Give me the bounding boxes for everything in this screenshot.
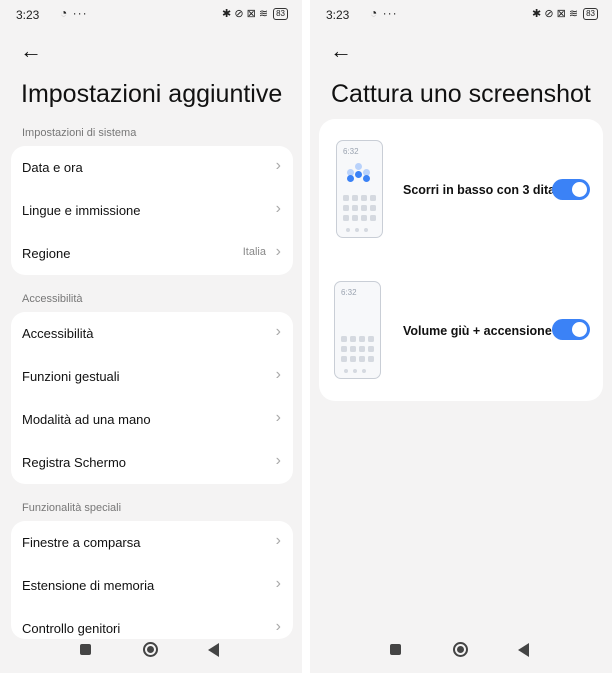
app-grid-icon — [343, 195, 377, 221]
back-arrow-icon[interactable]: ← — [330, 38, 352, 64]
three-finger-toggle[interactable] — [552, 179, 590, 200]
status-time: 3:23 — [326, 8, 350, 22]
navigation-bar — [0, 635, 302, 673]
toggle-knob — [572, 182, 587, 197]
settings-item-label: Data e ora — [22, 160, 83, 175]
settings-item-date-time[interactable]: Data e ora › — [11, 146, 293, 189]
settings-screen: 3:23 ◔ ··· ✱ ⊘ ⊠ ≋ 83 ← Impostazioni agg… — [0, 0, 302, 673]
settings-item-one-hand[interactable]: Modalità ad una mano › — [11, 398, 293, 441]
battery-icon: 83 — [273, 7, 288, 20]
settings-item-label: Accessibilità — [22, 326, 94, 341]
settings-item-memory-extension[interactable]: Estensione di memoria › — [11, 564, 293, 607]
settings-item-label: Registra Schermo — [22, 455, 127, 470]
status-icons: ✱ ⊘ ⊠ ≋ — [222, 8, 269, 20]
settings-item-label: Lingue e immissione — [22, 203, 141, 218]
system-icons: ✱ ⊘ ⊠ ≋ 83 — [222, 7, 288, 20]
chevron-right-icon: › — [275, 200, 281, 217]
page-title: Cattura uno screenshot — [331, 80, 591, 108]
notification-icons: ◔ ··· — [60, 6, 88, 20]
chevron-right-icon: › — [275, 243, 281, 260]
status-icons: ✱ ⊘ ⊠ ≋ — [532, 8, 579, 20]
dock-icon — [344, 369, 366, 373]
settings-item-languages[interactable]: Lingue e immissione › — [11, 189, 293, 232]
section-header-special: Funzionalità speciali — [22, 502, 122, 514]
recents-icon[interactable] — [390, 644, 401, 655]
chevron-right-icon: › — [275, 532, 281, 549]
screenshot-settings-screen: 3:23 ◔ ··· ✱ ⊘ ⊠ ≋ 83 ← Cattura uno scre… — [310, 0, 612, 673]
toggle-knob — [572, 322, 587, 337]
section-header-system: Impostazioni di sistema — [22, 127, 137, 139]
recents-icon[interactable] — [80, 644, 91, 655]
home-icon[interactable] — [453, 642, 468, 657]
settings-item-region[interactable]: Regione Italia › — [11, 232, 293, 275]
volume-power-illustration: 6:32 — [334, 281, 381, 379]
settings-item-label: Finestre a comparsa — [22, 535, 141, 550]
chevron-right-icon: › — [275, 618, 281, 635]
back-icon[interactable] — [518, 643, 529, 657]
chevron-right-icon: › — [275, 157, 281, 174]
option-label-volume-power: Volume giù + accensione — [403, 324, 552, 338]
settings-item-screen-record[interactable]: Registra Schermo › — [11, 441, 293, 484]
section-header-accessibility: Accessibilità — [22, 293, 83, 305]
screenshot-options-card: 6:32 Scorri in basso con 3 dita 6:32 Vol… — [319, 119, 603, 401]
notification-icons: ◔ ··· — [370, 6, 398, 20]
option-label-three-finger: Scorri in basso con 3 dita — [403, 183, 556, 197]
page-title: Impostazioni aggiuntive — [21, 80, 283, 108]
home-icon[interactable] — [143, 642, 158, 657]
back-arrow-icon[interactable]: ← — [20, 38, 42, 64]
chevron-right-icon: › — [275, 366, 281, 383]
card-special: Finestre a comparsa › Estensione di memo… — [11, 521, 293, 639]
status-time: 3:23 — [16, 8, 40, 22]
settings-item-label: Modalità ad una mano — [22, 412, 151, 427]
chevron-right-icon: › — [275, 452, 281, 469]
settings-item-label: Regione — [22, 246, 71, 261]
settings-item-label: Funzioni gestuali — [22, 369, 120, 384]
settings-item-label: Controllo genitori — [22, 621, 121, 636]
navigation-bar — [310, 635, 612, 673]
chevron-right-icon: › — [275, 575, 281, 592]
card-system: Data e ora › Lingue e immissione › Regio… — [11, 146, 293, 275]
system-icons: ✱ ⊘ ⊠ ≋ 83 — [532, 7, 598, 20]
chevron-right-icon: › — [275, 323, 281, 340]
back-icon[interactable] — [208, 643, 219, 657]
three-finger-swipe-illustration: 6:32 — [336, 140, 383, 238]
dock-icon — [346, 228, 368, 232]
settings-item-value: Italia — [242, 246, 266, 258]
battery-icon: 83 — [583, 7, 598, 20]
settings-item-gestures[interactable]: Funzioni gestuali › — [11, 355, 293, 398]
settings-item-accessibility[interactable]: Accessibilità › — [11, 312, 293, 355]
mock-clock: 6:32 — [341, 288, 357, 297]
status-bar: 3:23 ◔ ··· ✱ ⊘ ⊠ ≋ 83 — [16, 6, 288, 24]
card-accessibility: Accessibilità › Funzioni gestuali › Moda… — [11, 312, 293, 484]
settings-item-popup-windows[interactable]: Finestre a comparsa › — [11, 521, 293, 564]
chevron-right-icon: › — [275, 409, 281, 426]
status-bar: 3:23 ◔ ··· ✱ ⊘ ⊠ ≋ 83 — [326, 6, 598, 24]
app-grid-icon — [341, 336, 375, 362]
volume-power-toggle[interactable] — [552, 319, 590, 340]
mock-clock: 6:32 — [343, 147, 359, 156]
settings-item-label: Estensione di memoria — [22, 578, 155, 593]
